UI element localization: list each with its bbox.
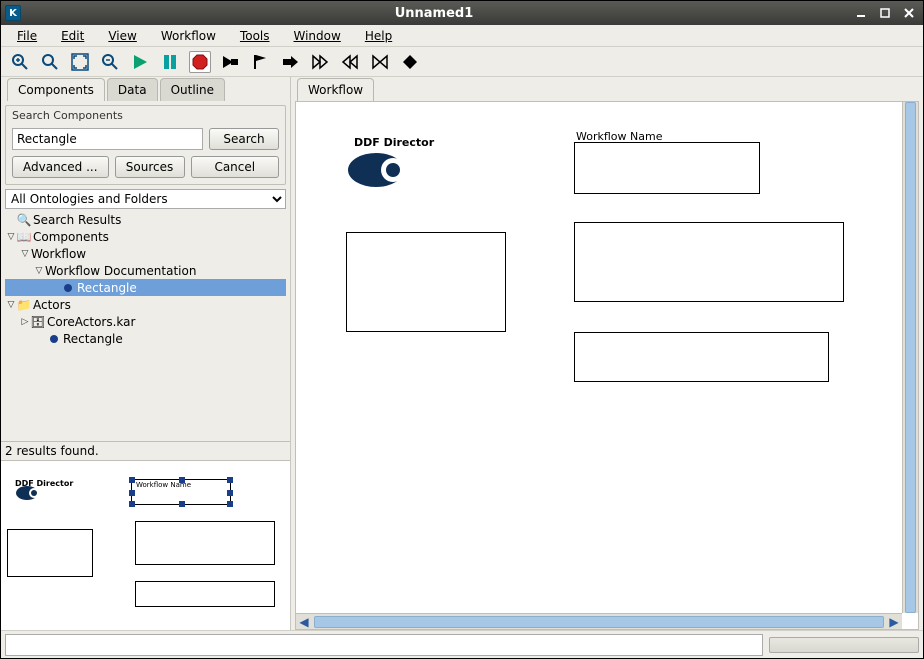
director-icon[interactable] (346, 150, 416, 190)
search-panel-title: Search Components (6, 106, 285, 122)
tree-rectangle2[interactable]: Rectangle (5, 330, 286, 347)
zoom-in-icon[interactable] (9, 51, 31, 73)
search-button[interactable]: Search (209, 128, 279, 150)
app-window: K Unnamed1 File Edit View Workflow Tools… (0, 0, 924, 659)
arrow-right-block-icon[interactable] (279, 51, 301, 73)
stop-icon[interactable] (189, 51, 211, 73)
step-back-icon[interactable] (339, 51, 361, 73)
pause-icon[interactable] (159, 51, 181, 73)
overview-thumbnail[interactable]: DDF Director Workflow Name (1, 460, 290, 630)
diamond-icon[interactable] (399, 51, 421, 73)
vertical-scrollbar[interactable] (902, 102, 918, 613)
horizontal-scrollbar[interactable]: ◀ ▶ (296, 613, 902, 629)
advanced-button[interactable]: Advanced ... (12, 156, 109, 178)
close-button[interactable] (899, 5, 919, 21)
search-icon: 🔍 (17, 213, 31, 227)
director-label: DDF Director (354, 136, 434, 149)
left-panel: Components Data Outline Search Component… (1, 77, 291, 630)
toolbar (1, 47, 923, 77)
tree-components[interactable]: ▽📖 Components (5, 228, 286, 245)
menu-file[interactable]: File (5, 27, 49, 45)
book-icon: 📖 (17, 230, 31, 244)
maximize-button[interactable] (875, 5, 895, 21)
menu-window[interactable]: Window (282, 27, 353, 45)
left-tabs: Components Data Outline (1, 77, 290, 101)
statusbar (1, 630, 923, 658)
main-panel: Workflow DDF Director Workflow Name (291, 77, 923, 630)
status-input[interactable] (5, 634, 763, 656)
tree-search-results[interactable]: 🔍 Search Results (5, 211, 286, 228)
play-icon[interactable] (129, 51, 151, 73)
cancel-button[interactable]: Cancel (191, 156, 279, 178)
progress-bar (769, 637, 919, 653)
search-panel: Search Components Search Advanced ... So… (5, 105, 286, 185)
canvas-rect[interactable] (574, 142, 760, 194)
titlebar: K Unnamed1 (1, 1, 923, 25)
thumb-director-icon (15, 485, 43, 501)
tree[interactable]: 🔍 Search Results ▽📖 Components ▽ Workflo… (5, 211, 286, 441)
canvas-rect[interactable] (574, 332, 829, 382)
tab-components[interactable]: Components (7, 78, 105, 101)
jar-icon: 🗄 (31, 315, 45, 329)
loop-icon[interactable] (369, 51, 391, 73)
canvas-rect[interactable] (574, 222, 844, 302)
zoom-fit-icon[interactable] (69, 51, 91, 73)
menu-tools[interactable]: Tools (228, 27, 282, 45)
dot-icon (61, 284, 75, 292)
zoom-out-icon[interactable] (99, 51, 121, 73)
thumb-selected-rect[interactable]: Workflow Name (131, 479, 231, 505)
step-forward-icon[interactable] (309, 51, 331, 73)
main-tabs: Workflow (291, 77, 923, 101)
ontology-select[interactable]: All Ontologies and Folders (5, 189, 286, 209)
tab-data[interactable]: Data (107, 78, 158, 101)
menu-edit[interactable]: Edit (49, 27, 96, 45)
canvas-rect[interactable] (346, 232, 506, 332)
scroll-left-icon[interactable]: ◀ (296, 615, 312, 629)
tab-workflow[interactable]: Workflow (297, 78, 374, 101)
search-input[interactable] (12, 128, 203, 150)
dot-icon (47, 335, 61, 343)
folder-icon: 📁 (17, 298, 31, 312)
minimize-button[interactable] (851, 5, 871, 21)
flag-icon[interactable] (249, 51, 271, 73)
app-icon: K (5, 5, 21, 21)
thumb-rect (135, 521, 275, 565)
thumb-rect (135, 581, 275, 607)
menu-workflow[interactable]: Workflow (149, 27, 228, 45)
canvas-wrap: DDF Director Workflow Name ◀ (295, 101, 919, 630)
window-title: Unnamed1 (21, 6, 847, 21)
scroll-right-icon[interactable]: ▶ (886, 615, 902, 629)
arrow-right-solid-icon[interactable] (219, 51, 241, 73)
tree-actors[interactable]: ▽📁 Actors (5, 296, 286, 313)
results-status: 2 results found. (1, 441, 290, 460)
tree-workflow-doc[interactable]: ▽ Workflow Documentation (5, 262, 286, 279)
workflow-canvas[interactable]: DDF Director Workflow Name (296, 102, 902, 613)
tree-workflow[interactable]: ▽ Workflow (5, 245, 286, 262)
thumb-rect (7, 529, 93, 577)
body: Components Data Outline Search Component… (1, 77, 923, 630)
tree-coreactors[interactable]: ▷🗄 CoreActors.kar (5, 313, 286, 330)
sources-button[interactable]: Sources (115, 156, 185, 178)
menubar: File Edit View Workflow Tools Window Hel… (1, 25, 923, 47)
menu-view[interactable]: View (96, 27, 148, 45)
zoom-reset-icon[interactable] (39, 51, 61, 73)
tab-outline[interactable]: Outline (160, 78, 225, 101)
menu-help[interactable]: Help (353, 27, 404, 45)
tree-rectangle-selected[interactable]: Rectangle (5, 279, 286, 296)
